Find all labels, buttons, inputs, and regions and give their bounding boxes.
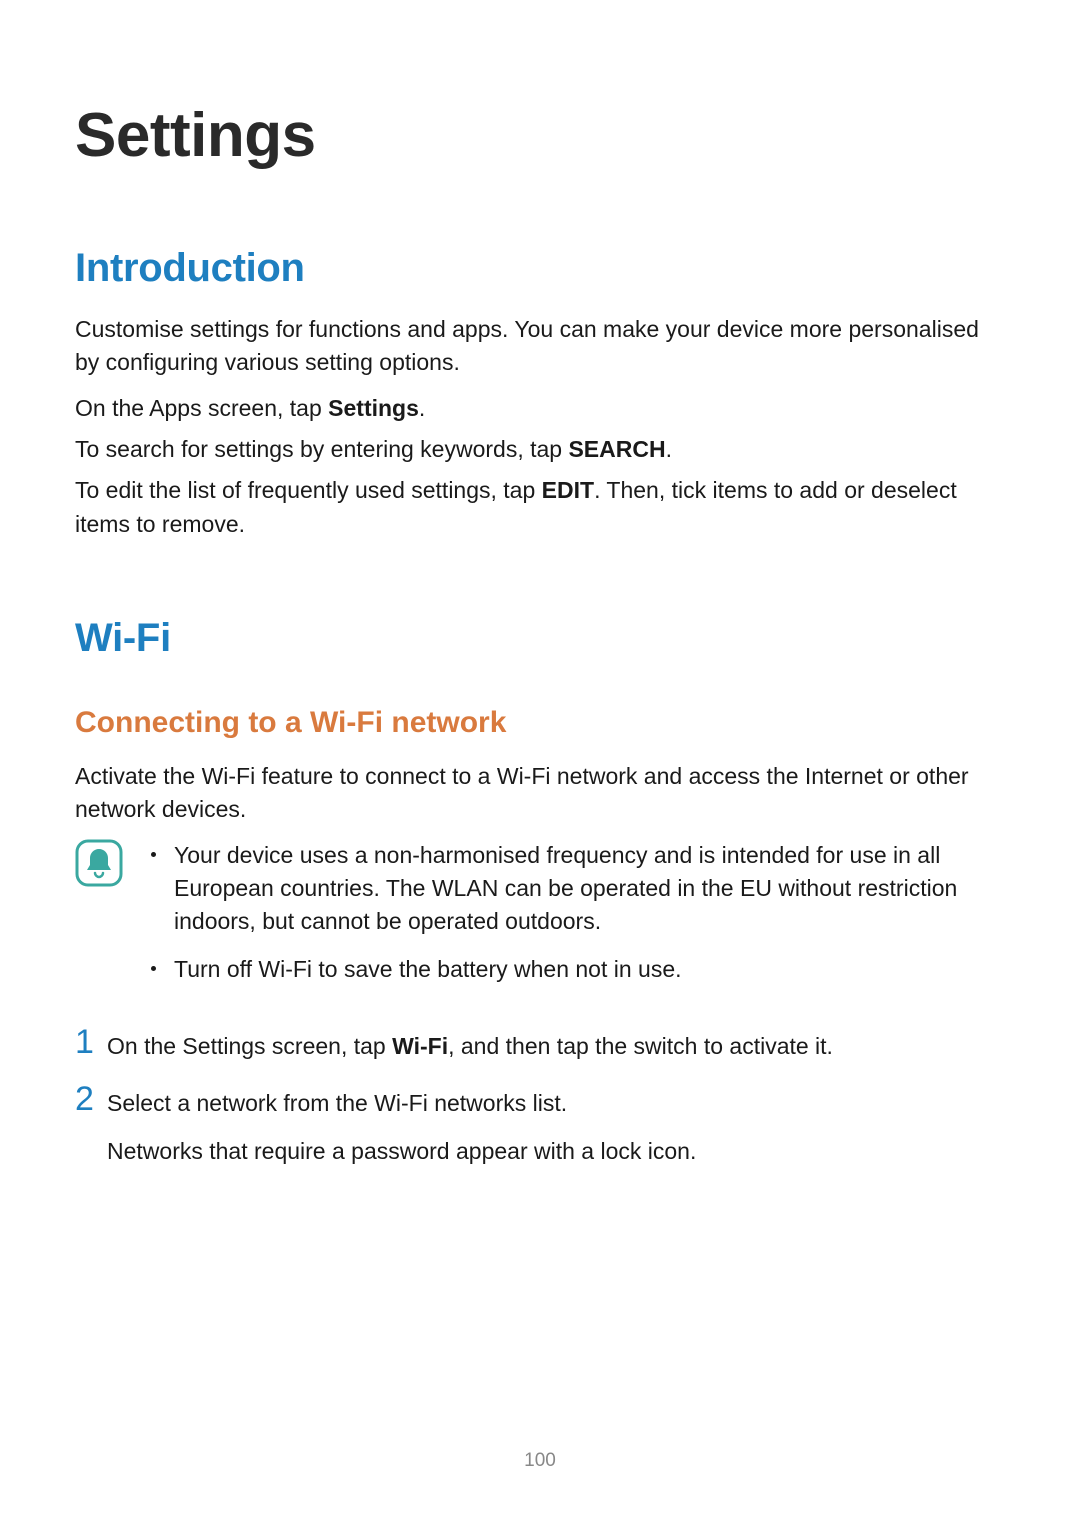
step1-suffix: , and then tap the switch to activate it… xyxy=(448,1033,833,1059)
step-1-content: On the Settings screen, tap Wi-Fi, and t… xyxy=(107,1028,1005,1063)
step1-bold: Wi-Fi xyxy=(392,1033,448,1059)
p4-prefix: To edit the list of frequently used sett… xyxy=(75,477,542,503)
document-page: Settings Introduction Customise settings… xyxy=(0,0,1080,1168)
note-content: Your device uses a non-harmonised freque… xyxy=(141,839,1005,1000)
p3-suffix: . xyxy=(666,436,672,462)
p3-prefix: To search for settings by entering keywo… xyxy=(75,436,568,462)
note-bullet-2: Turn off Wi-Fi to save the battery when … xyxy=(151,953,1005,986)
step-2-subtext: Networks that require a password appear … xyxy=(107,1135,1005,1168)
wifi-intro: Activate the Wi-Fi feature to connect to… xyxy=(75,760,1005,827)
step-2: 2 Select a network from the Wi-Fi networ… xyxy=(75,1085,1005,1168)
step1-prefix: On the Settings screen, tap xyxy=(107,1033,392,1059)
intro-paragraph-1: Customise settings for functions and app… xyxy=(75,313,1005,380)
intro-paragraph-4: To edit the list of frequently used sett… xyxy=(75,474,1005,541)
p2-bold: Settings xyxy=(328,395,419,421)
note-text-2: Turn off Wi-Fi to save the battery when … xyxy=(174,953,1005,986)
step-number-1: 1 xyxy=(75,1025,107,1059)
step-1: 1 On the Settings screen, tap Wi-Fi, and… xyxy=(75,1028,1005,1063)
note-block: Your device uses a non-harmonised freque… xyxy=(75,839,1005,1000)
note-text-1: Your device uses a non-harmonised freque… xyxy=(174,839,1005,939)
step-number-2: 2 xyxy=(75,1082,107,1116)
p4-bold: EDIT xyxy=(542,477,594,503)
bell-icon xyxy=(75,839,123,887)
intro-paragraph-3: To search for settings by entering keywo… xyxy=(75,433,1005,466)
page-number: 100 xyxy=(0,1450,1080,1472)
intro-paragraph-2: On the Apps screen, tap Settings. xyxy=(75,392,1005,425)
p3-bold: SEARCH xyxy=(568,436,665,462)
p2-prefix: On the Apps screen, tap xyxy=(75,395,328,421)
step2-prefix: Select a network from the Wi-Fi networks… xyxy=(107,1090,567,1116)
p2-suffix: . xyxy=(419,395,425,421)
wifi-subheading: Connecting to a Wi-Fi network xyxy=(75,706,1005,740)
wifi-heading: Wi-Fi xyxy=(75,616,1005,661)
step-2-content: Select a network from the Wi-Fi networks… xyxy=(107,1085,1005,1168)
note-bullet-1: Your device uses a non-harmonised freque… xyxy=(151,839,1005,939)
page-title: Settings xyxy=(75,100,1005,171)
introduction-heading: Introduction xyxy=(75,246,1005,291)
bullet-dot xyxy=(151,852,156,857)
bullet-dot xyxy=(151,966,156,971)
